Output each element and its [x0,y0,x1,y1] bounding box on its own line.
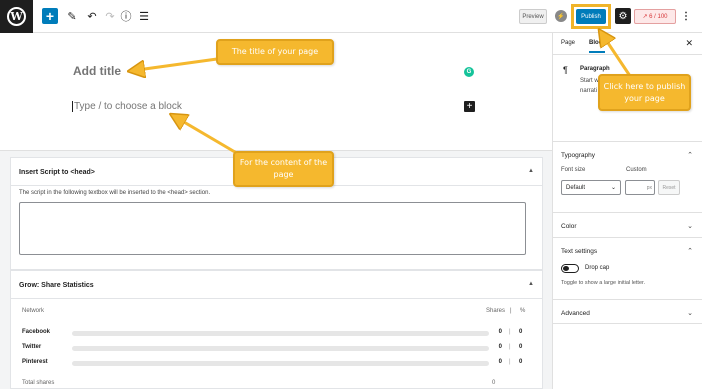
color-panel: Color ⌄ [553,212,702,237]
seo-score-value: 6 / 100 [649,13,668,20]
share-count: 0 [498,329,502,335]
total-shares-value: 0 [492,380,496,386]
details-button[interactable]: ⓘ [118,8,134,24]
block-name: Paragraph [580,66,610,72]
total-shares-row: Total shares 0 [22,380,502,386]
share-count: 0 [498,344,502,350]
title-input[interactable]: Add title [73,64,121,78]
font-size-label: Font size [561,167,586,173]
chevron-up-icon[interactable]: ⌃ [687,151,693,159]
chevron-down-icon[interactable]: ⌄ [687,222,693,230]
stats-row: Twitter 0 | 0 [22,344,532,352]
network-name: Twitter [22,344,42,350]
reset-button[interactable]: Reset [658,180,680,195]
chart-icon: ↗ [642,14,650,20]
panel-title[interactable]: Typography [561,152,595,159]
caret-up-icon[interactable]: ▲ [528,168,534,174]
settings-button[interactable]: ⚙ [615,8,631,24]
pen-icon: ✎ [67,10,77,23]
drop-cap-label: Drop cap [585,265,610,271]
font-size-select[interactable]: Default ⌄ [561,180,621,195]
metabox-title: Insert Script to <head> [19,169,95,176]
metabox-description: The script in the following textbox will… [19,190,211,196]
content-callout: For the content of the page [233,151,334,187]
close-icon[interactable]: ✕ [685,38,693,49]
advanced-panel: Advanced ⌄ [553,299,702,324]
list-view-button[interactable]: ☰ [136,8,152,24]
panel-title[interactable]: Color [561,223,577,230]
jetpack-icon[interactable]: ⚡ [555,10,567,22]
preview-button[interactable]: Preview [519,9,547,24]
plus-icon: + [466,101,473,112]
share-bar [72,346,489,351]
row-separator: | [509,329,511,335]
grammarly-icon[interactable]: G [464,67,474,77]
wordpress-logo-button[interactable]: W [0,0,33,33]
caret-up-icon[interactable]: ▲ [528,281,534,287]
row-separator: | [509,344,511,350]
add-block-button[interactable]: + [42,8,58,24]
share-percent: 0 [519,329,523,335]
font-size-value: Default [566,185,586,191]
wordpress-logo-icon: W [7,7,26,26]
toggle-knob [563,266,569,271]
sidebar-tabs: Page Block ✕ [553,33,702,55]
plus-icon: + [45,8,55,24]
shares-column-label: Shares [486,308,506,314]
undo-icon: ↶ [87,10,97,23]
text-settings-panel: Text settings ⌃ Drop cap Toggle to show … [553,237,702,299]
tools-button[interactable]: ✎ [64,8,80,24]
panel-title[interactable]: Text settings [561,248,597,255]
publish-callout: Click here to publish your page [598,74,691,111]
percent-column-label: % [520,308,526,314]
chevron-down-icon[interactable]: ⌄ [687,309,693,317]
script-textarea[interactable] [19,202,526,255]
stats-row: Pinterest 0 | 0 [22,359,532,367]
redo-button[interactable]: ↷ [102,8,118,24]
editor-toolbar: W + ✎ ↶ ↷ ⓘ ☰ Preview ⚡ Publish ⚙ ↗ 6 / … [0,0,702,33]
undo-button[interactable]: ↶ [84,8,100,24]
tab-block[interactable]: Block [589,40,606,53]
tab-page[interactable]: Page [561,40,575,46]
share-bar [72,331,489,336]
list-view-icon: ☰ [139,10,149,23]
more-options-button[interactable]: ⋮ [681,9,691,24]
block-input[interactable]: Type / to choose a block [72,101,182,112]
total-shares-label: Total shares [22,380,55,386]
title-callout: The title of your page [216,39,334,65]
network-column-label: Network [22,308,45,314]
network-name: Pinterest [22,359,48,365]
gear-icon: ⚙ [618,10,628,22]
typography-panel: Typography ⌃ Font size Custom Default ⌄ … [553,141,702,212]
metabox-header[interactable]: Grow: Share Statistics ▲ [11,271,542,299]
drop-cap-toggle[interactable] [561,264,579,273]
metabox-title: Grow: Share Statistics [19,282,94,289]
paragraph-icon: ¶ [563,65,568,75]
share-percent: 0 [519,344,523,350]
drop-cap-help: Toggle to show a large initial letter. [561,280,646,286]
seo-score-button[interactable]: ↗ 6 / 100 [634,9,676,24]
network-name: Facebook [22,329,51,335]
row-separator: | [509,359,511,365]
chevron-up-icon[interactable]: ⌃ [687,247,693,255]
info-icon: ⓘ [120,11,132,23]
chevron-down-icon: ⌄ [610,185,616,191]
redo-icon: ↷ [105,10,115,23]
publish-highlight: Publish [571,4,611,29]
panel-title[interactable]: Advanced [561,310,590,317]
custom-size-input[interactable]: px [625,180,655,195]
custom-size-label: Custom [626,167,647,173]
share-count: 0 [498,359,502,365]
share-percent: 0 [519,359,523,365]
share-bar [72,361,489,366]
stats-row: Facebook 0 | 0 [22,329,532,337]
column-separator: | [510,308,512,314]
more-icon: ⋮ [681,11,691,22]
publish-button[interactable]: Publish [576,9,606,24]
inline-add-block-button[interactable]: + [464,101,475,112]
